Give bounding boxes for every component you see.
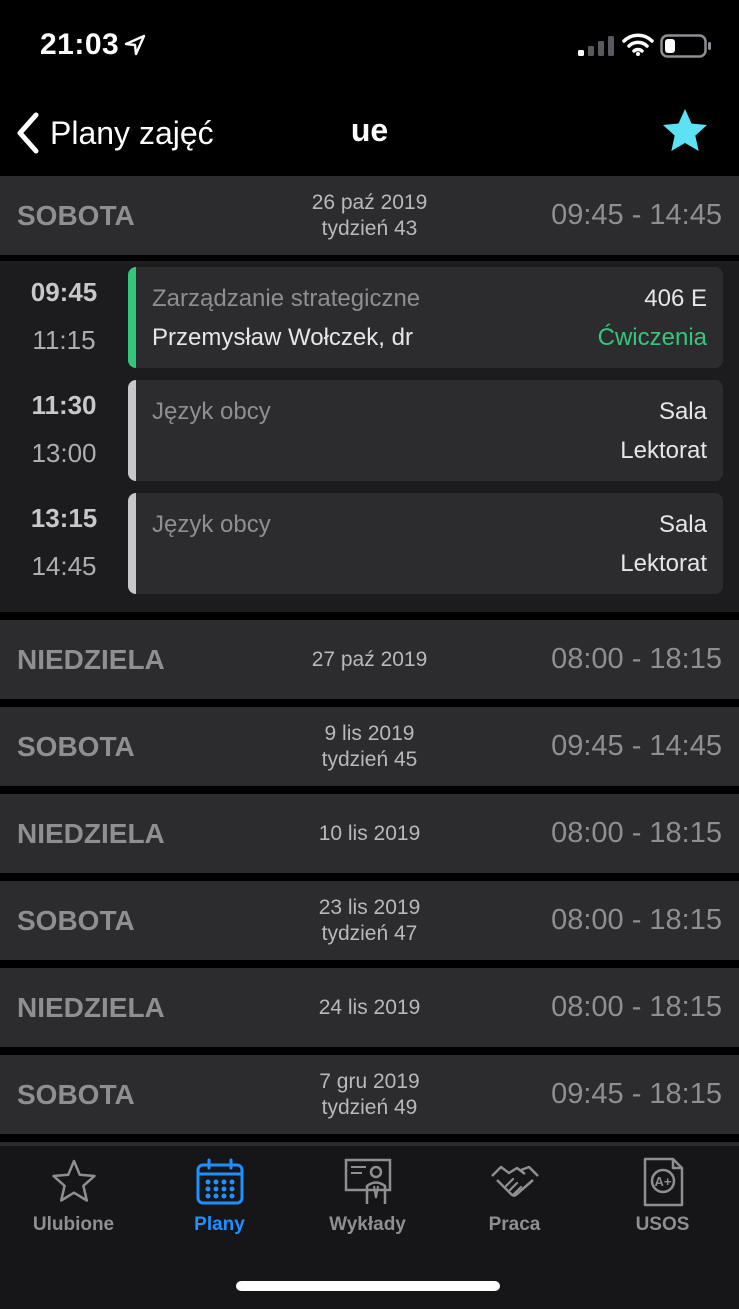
lesson-type: Lektorat [620,550,707,577]
status-bar: 21:03 [0,0,739,90]
day-hours: 09:45 - 14:45 [551,730,722,762]
day-name: SOBOTA [17,1079,135,1110]
handshake-icon [490,1165,539,1197]
day-hours: 08:00 - 18:15 [551,643,722,675]
tab-ulubione[interactable]: Ulubione [0,1156,147,1246]
day-date: 24 lis 2019 [318,995,421,1019]
day-date: 27 paź 2019 [311,647,428,671]
cellular-signal-icon [578,36,614,56]
day-hours: 09:45 - 14:45 [551,199,722,231]
lesson-card[interactable]: Język obcy Sala Lektorat [128,493,723,594]
location-arrow-icon [124,34,146,56]
home-indicator[interactable] [236,1281,500,1291]
day-header[interactable]: NIEDZIELA 27 paź 2019 08:00 - 18:15 [0,620,739,699]
lesson-card[interactable]: Język obcy Sala Lektorat [128,380,723,481]
tab-praca[interactable]: Praca [441,1156,588,1246]
day-header[interactable]: NIEDZIELA 24 lis 2019 08:00 - 18:15 [0,968,739,1047]
grade-document-icon: A+ [643,1157,683,1207]
tab-plany[interactable]: Plany [146,1156,293,1246]
day-date: 7 gru 2019 [319,1069,420,1093]
day-name: NIEDZIELA [17,644,165,675]
calendar-icon [196,1158,243,1205]
lesson-card[interactable]: Zarządzanie strategiczne Przemysław Wołcz… [128,267,723,368]
lesson-room: Sala [658,398,707,425]
lessons-list: 09:45 11:15 Zarządzanie strategiczne Przemy… [0,261,739,612]
day-date: 26 paź 2019 [311,190,428,214]
tab-wyklady[interactable]: Wykłady [294,1156,441,1246]
day-week: tydzień 49 [321,1095,418,1119]
day-week: tydzień 43 [321,216,418,240]
lesson-room: Sala [658,511,707,538]
lesson-time: 13:15 14:45 [0,493,128,593]
lesson-subject: Język obcy [152,511,271,538]
lesson-start-time: 13:15 [30,503,98,533]
day-name: NIEDZIELA [17,992,165,1023]
lesson-end-time: 11:15 [32,325,96,355]
tab-label: Plany [194,1214,245,1235]
day-header[interactable]: NIEDZIELA 10 lis 2019 08:00 - 18:15 [0,794,739,873]
lesson-type-bar [128,267,136,368]
day-header[interactable]: SOBOTA 7 gru 2019 tydzień 49 09:45 - 18:15 [0,1055,739,1134]
back-button[interactable]: Plany zajęć [14,108,214,158]
day-header[interactable]: SOBOTA 26 paź 2019 tydzień 43 09:45 - 14:45 [0,176,739,255]
day-hours: 09:45 - 18:15 [551,1078,722,1110]
day-name: SOBOTA [17,905,135,936]
lesson-subject: Zarządzanie strategiczne [152,285,421,312]
lecturer-board-icon [344,1158,391,1204]
lesson-room: 406 E [644,285,707,312]
chevron-left-icon [17,112,39,154]
status-time: 21:03 [40,28,120,61]
lesson-type: Ćwiczenia [597,324,707,351]
lesson-type: Lektorat [620,437,707,464]
lesson-teacher: Przemysław Wołczek, dr [152,324,413,351]
tab-label: Ulubione [32,1214,115,1235]
day-header[interactable]: SOBOTA 9 lis 2019 tydzień 45 09:45 - 14:45 [0,707,739,786]
lesson-time: 11:30 13:00 [0,380,128,480]
lesson-start-time: 09:45 [30,277,98,307]
day-date: 9 lis 2019 [324,721,415,745]
lesson-end-time: 14:45 [31,551,97,581]
lesson-row: 11:30 13:00 Język obcy Sala Lektorat [0,380,739,493]
lesson-row: 13:15 14:45 Język obcy Sala Lektorat [0,493,739,606]
day-name: SOBOTA [17,200,135,231]
back-button-label: Plany zajęć [50,114,214,151]
lesson-type-bar [128,380,136,481]
navigation-bar: Plany zajęć ue [0,90,739,176]
day-hours: 08:00 - 18:15 [551,817,722,849]
day-name: SOBOTA [17,731,135,762]
wifi-icon [622,33,654,56]
day-header[interactable]: SOBOTA 23 lis 2019 tydzień 47 08:00 - 18:15 [0,881,739,960]
day-hours: 08:00 - 18:15 [551,991,722,1023]
tab-label: USOS [635,1214,690,1235]
day-hours: 08:00 - 18:15 [551,904,722,936]
lesson-end-time: 13:00 [31,438,97,468]
day-name: NIEDZIELA [17,818,165,849]
day-week: tydzień 45 [321,747,418,771]
star-outline-icon [51,1159,96,1202]
lesson-time: 09:45 11:15 [0,267,128,367]
star-filled-icon[interactable] [658,106,712,156]
svg-text:A+: A+ [654,1174,671,1189]
day-date: 10 lis 2019 [318,821,421,845]
lesson-type-bar [128,493,136,594]
tab-label: Wykłady [329,1214,406,1235]
tab-usos[interactable]: A+ USOS [589,1156,736,1246]
day-date: 23 lis 2019 [318,895,421,919]
lesson-subject: Język obcy [152,398,271,425]
battery-icon [660,34,711,58]
schedule-list[interactable]: SOBOTA 26 paź 2019 tydzień 43 09:45 - 14:45… [0,176,739,1146]
tab-label: Praca [488,1214,541,1235]
lesson-row: 09:45 11:15 Zarządzanie strategiczne Przemy… [0,267,739,380]
day-week: tydzień 47 [321,921,418,945]
lesson-start-time: 11:30 [31,390,97,420]
